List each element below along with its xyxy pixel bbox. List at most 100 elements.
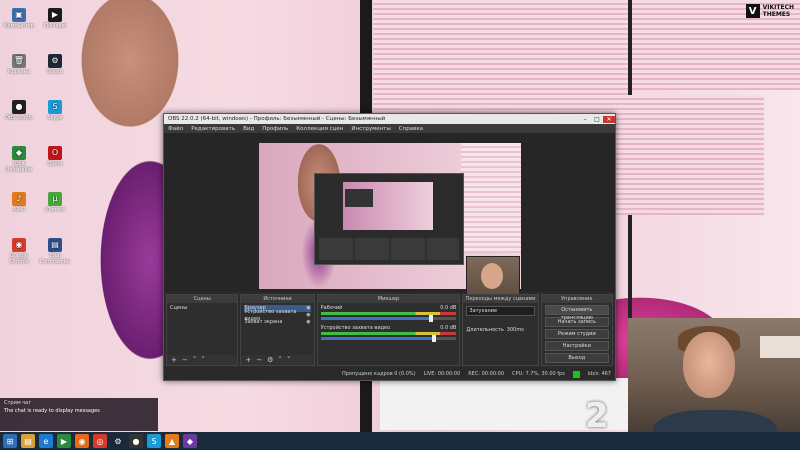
icon-3-glyph-icon: ● (12, 100, 26, 114)
desktop-icon-label: uTorrent (44, 207, 66, 213)
desktop-icon[interactable]: ▤ Total Commander (38, 238, 72, 265)
icon-11-glyph-icon: µ (48, 192, 62, 206)
wallpaper-graphic: 2 (585, 396, 609, 436)
channel-name: Рабочий (320, 305, 343, 311)
start-icon[interactable]: ⊞ (3, 434, 17, 448)
vlc-icon[interactable]: ▲ (165, 434, 179, 448)
icon-6-glyph-icon: ◉ (12, 238, 26, 252)
webcam-person-face (683, 332, 735, 398)
volume-meter (320, 332, 457, 335)
maximize-button[interactable]: □ (591, 116, 603, 123)
eye-icon[interactable]: ◉ (306, 305, 310, 312)
media-icon[interactable]: ▶ (57, 434, 71, 448)
controls-dock: Управление Остановить трансляцию Начать … (540, 294, 613, 366)
sources-toolbar: + − ⚙ ˄ ˅ (241, 355, 314, 365)
minimize-button[interactable]: – (579, 116, 591, 123)
desktop-icon[interactable]: 🗑 Корзина (2, 54, 36, 75)
studio-mode-button[interactable]: Режим студии (544, 329, 609, 339)
menu-tools[interactable]: Инструменты (351, 126, 390, 132)
desktop-icon[interactable]: ⚙ Steam (38, 54, 72, 75)
desktop-icon-label: OBS Studio (5, 115, 33, 121)
icon-9-glyph-icon: S (48, 100, 62, 114)
eye-icon[interactable]: ◉ (306, 312, 310, 319)
stop-streaming-button[interactable]: Остановить трансляцию (544, 305, 609, 321)
duration-input[interactable]: 300ms (507, 327, 524, 333)
scenes-toolbar: + − ˄ ˅ (167, 355, 238, 365)
obs-window[interactable]: OBS 22.0.2 (64-bit, windows) - Профиль: … (163, 113, 616, 381)
skype-icon[interactable]: S (147, 434, 161, 448)
desktop-icon[interactable]: ● OBS Studio (2, 100, 36, 121)
remove-source-button[interactable]: − (256, 356, 262, 364)
remove-scene-button[interactable]: − (182, 356, 188, 364)
watermark-text: VIKITECH THEMES (763, 4, 794, 18)
desktop-icon[interactable]: ♪ AIMP (2, 192, 36, 213)
volume-slider[interactable] (320, 315, 457, 322)
preview-pattern (461, 143, 521, 253)
move-up-button[interactable]: ˄ (193, 356, 197, 364)
steam-icon[interactable]: ⚙ (111, 434, 125, 448)
exit-button[interactable]: Выход (544, 353, 609, 363)
icon-12-glyph-icon: ▤ (48, 238, 62, 252)
desktop-icon-label: AIMP (12, 207, 26, 213)
desktop-icon[interactable]: ◉ Google Chrome (2, 238, 36, 265)
obs-docks: Сцены Сцены + − ˄ ˅ Источники Браузер ◉ У… (164, 294, 615, 366)
move-down-button[interactable]: ˅ (201, 356, 205, 364)
chrome-icon[interactable]: ◎ (93, 434, 107, 448)
obs-menubar: Файл Редактировать Вид Профиль Коллекция… (164, 124, 615, 133)
rec-timer: REC: 00:00:00 (468, 371, 505, 377)
menu-file[interactable]: Файл (168, 126, 183, 132)
source-item[interactable]: Устройство захвата видео ◉ (244, 309, 310, 322)
nested-obs-preview (314, 173, 464, 265)
eye-icon[interactable]: ◉ (306, 319, 310, 326)
scene-item-label: Сцены (170, 305, 188, 311)
volume-slider[interactable] (320, 335, 457, 342)
move-up-button[interactable]: ˄ (278, 356, 282, 364)
desktop-icon[interactable]: O Opera (38, 146, 72, 167)
channel-name: Устройство захвата видео (320, 325, 391, 331)
chat-header: Стрим чат (4, 400, 32, 406)
menu-scene-collection[interactable]: Коллекция сцен (296, 126, 343, 132)
add-source-button[interactable]: + (245, 356, 251, 364)
ie-icon[interactable]: e (39, 434, 53, 448)
explorer-icon[interactable]: ▤ (21, 434, 35, 448)
menu-edit[interactable]: Редактировать (191, 126, 235, 132)
obs-icon[interactable]: ● (129, 434, 143, 448)
menu-help[interactable]: Справка (399, 126, 423, 132)
webcam-person (481, 263, 503, 289)
nested-preview-docks (319, 238, 459, 260)
icon-2-glyph-icon: 🗑 (12, 54, 26, 68)
transition-type-select[interactable]: Затухание (466, 306, 535, 316)
desktop-icon[interactable]: S Skype (38, 100, 72, 121)
icon-1-glyph-icon: ▣ (12, 8, 26, 22)
dropped-frames: Пропущено кадров 0 (0.0%) (342, 371, 416, 377)
scene-item[interactable]: Сцены (170, 305, 234, 312)
desktop-icon-label: IObit Uninstaller (5, 161, 33, 173)
close-button[interactable]: ✕ (603, 115, 615, 123)
cpu-usage: CPU: 7.7%, 30.00 fps (512, 371, 565, 377)
window-controls: – □ ✕ (579, 115, 615, 123)
settings-button[interactable]: Настройки (544, 341, 609, 351)
scenes-list: Сцены (167, 303, 237, 314)
menu-profile[interactable]: Профиль (262, 126, 288, 132)
add-scene-button[interactable]: + (171, 356, 177, 364)
move-down-button[interactable]: ˅ (287, 356, 291, 364)
start-recording-button[interactable]: Начать запись (544, 317, 609, 327)
menu-view[interactable]: Вид (243, 126, 254, 132)
desktop-icon[interactable]: µ uTorrent (38, 192, 72, 213)
watermark: V VIKITECH THEMES (745, 4, 794, 18)
icon-5-glyph-icon: ♪ (12, 192, 26, 206)
desktop-icon[interactable]: ▣ Компьютер (2, 8, 36, 29)
desktop-icon[interactable]: ▶ KMPlayer (38, 8, 72, 29)
gear-icon[interactable]: ⚙ (267, 356, 273, 364)
desktop-icon-label: Компьютер (4, 23, 34, 29)
icon-7-glyph-icon: ▶ (48, 8, 62, 22)
desktop-icon[interactable]: ◆ IObit Uninstaller (2, 146, 36, 173)
obs-titlebar[interactable]: OBS 22.0.2 (64-bit, windows) - Профиль: … (164, 114, 615, 124)
transitions-dock-title: Переходы между сценами (463, 295, 538, 303)
firefox-icon[interactable]: ◉ (75, 434, 89, 448)
desktop-icon-label: Skype (47, 115, 63, 121)
sources-list: Браузер ◉ Устройство захвата видео ◉ Захва… (241, 303, 313, 328)
game-icon[interactable]: ◆ (183, 434, 197, 448)
nested-preview-window (345, 189, 373, 207)
webcam-overlay (628, 318, 800, 450)
